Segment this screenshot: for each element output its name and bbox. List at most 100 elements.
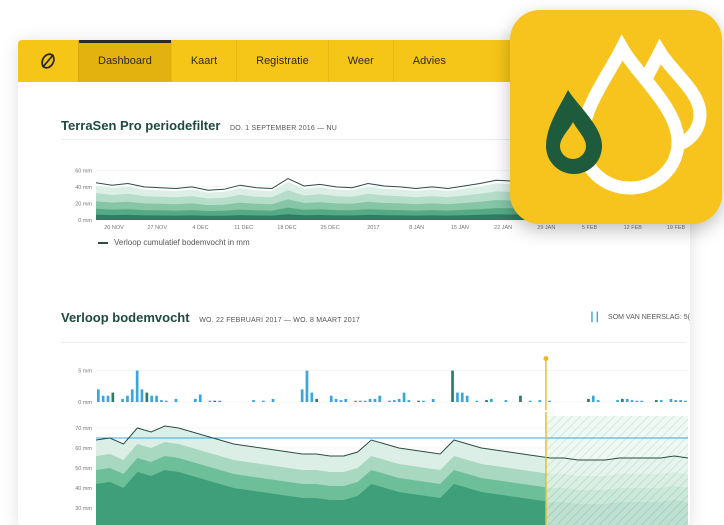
nav-dashboard[interactable]: Dashboard xyxy=(78,40,171,82)
y-tick-label: 60 mm xyxy=(75,446,92,452)
rain-bar xyxy=(388,400,391,402)
x-tick-label: 25 DEC xyxy=(321,225,340,231)
x-tick-label: 8 JAN xyxy=(409,225,424,231)
legend-line-swatch xyxy=(98,241,108,244)
rain-bar xyxy=(363,400,367,402)
rain-bar xyxy=(145,392,149,402)
rain-bar xyxy=(465,395,469,402)
rain-bar xyxy=(640,400,644,402)
rain-sum-legend: ┃┃ SOM VAN NEERSLAG: 5( xyxy=(589,312,690,323)
rain-bar xyxy=(130,389,134,402)
y-tick-label: 5 mm xyxy=(78,369,92,375)
y-tick-label: 50 mm xyxy=(75,466,92,472)
rain-bar xyxy=(198,394,202,402)
moisture-section-title: Verloop bodemvocht WO. 22 FEBRUARI 2017 … xyxy=(61,310,360,325)
rain-bar xyxy=(587,398,590,402)
terrasen-logo[interactable] xyxy=(18,40,78,82)
current-time-dot xyxy=(543,356,549,361)
rain-bar xyxy=(684,400,687,402)
rain-bar xyxy=(339,400,343,402)
nav-advies[interactable]: Advies xyxy=(392,40,465,82)
x-tick-label: 29 JAN xyxy=(537,225,555,231)
y-tick-label: 70 mm xyxy=(75,426,92,432)
x-tick-label: 12 FEB xyxy=(624,225,643,231)
rain-bar xyxy=(334,398,338,402)
rain-bar xyxy=(359,400,362,402)
rain-bar xyxy=(329,395,333,402)
rain-bar xyxy=(538,400,542,402)
rain-bar xyxy=(451,370,454,402)
rain-bar xyxy=(456,392,459,402)
rain-bar xyxy=(397,398,401,402)
rain-bar xyxy=(300,389,304,402)
x-tick-label: 20 NOV xyxy=(104,225,124,231)
rain-bar xyxy=(422,400,425,402)
x-tick-label: 22 JAN xyxy=(494,225,512,231)
nav-weer[interactable]: Weer xyxy=(327,40,393,82)
y-tick-label: 60 mm xyxy=(75,168,92,174)
rain-bar xyxy=(417,400,420,402)
rain-bar xyxy=(305,370,309,402)
rain-bar xyxy=(378,395,382,402)
y-tick-label: 30 mm xyxy=(75,506,92,512)
y-tick-label: 40 mm xyxy=(75,185,92,191)
leaf-logo-icon xyxy=(41,53,55,69)
rain-bar xyxy=(155,395,158,402)
x-tick-label: 18 DEC xyxy=(277,225,296,231)
x-tick-label: 5 FEB xyxy=(582,225,598,231)
rain-bar xyxy=(504,400,508,402)
moisture-chart: 70 mm 60 mm 50 mm 40 mm 30 mm xyxy=(75,412,689,525)
forecast-hatch xyxy=(545,416,688,525)
y-tick-label: 0 mm xyxy=(78,218,92,224)
rain-bar xyxy=(101,395,105,402)
rain-bar xyxy=(635,400,639,402)
rain-bar xyxy=(674,400,678,402)
app-icon[interactable] xyxy=(510,10,722,224)
rain-bar xyxy=(121,398,124,402)
x-tick-label: 11 DEC xyxy=(234,225,253,231)
rain-bar xyxy=(625,398,629,402)
y-tick-label: 0 mm xyxy=(78,400,92,406)
x-tick-label: 19 FEB xyxy=(667,225,686,231)
rain-bar xyxy=(194,398,197,402)
x-tick-label: 27 NOV xyxy=(147,225,167,231)
x-tick-label: 15 JAN xyxy=(451,225,469,231)
rain-bar xyxy=(262,400,265,402)
rain-chart: 5 mm 0 mm xyxy=(78,356,688,410)
rain-bar xyxy=(616,400,619,402)
period-legend: Verloop cumulatief bodemvocht in mm xyxy=(98,238,250,247)
y-tick-label: 40 mm xyxy=(75,486,92,492)
rain-bar xyxy=(490,398,493,402)
rain-bar xyxy=(596,400,600,402)
rain-bar xyxy=(97,389,100,402)
rain-bar xyxy=(621,398,624,402)
rain-bar xyxy=(475,400,479,402)
moisture-title-text: Verloop bodemvocht xyxy=(61,310,190,325)
rain-bar xyxy=(519,395,522,402)
rain-bar xyxy=(460,392,464,402)
rain-bar xyxy=(315,398,318,402)
rain-bar xyxy=(160,400,163,402)
rain-bar xyxy=(368,398,372,402)
rain-bar xyxy=(548,400,551,402)
rain-bar xyxy=(669,398,673,402)
nav-kaart[interactable]: Kaart xyxy=(170,40,236,82)
rain-bar xyxy=(591,395,595,402)
rain-bar xyxy=(431,398,435,402)
rain-bar xyxy=(106,395,110,402)
rain-bar xyxy=(213,400,217,402)
y-tick-label: 20 mm xyxy=(75,201,92,207)
rain-sum-label: SOM VAN NEERSLAG: 5( xyxy=(608,314,690,321)
rain-bar xyxy=(393,400,396,402)
rain-bar xyxy=(150,395,153,402)
rain-bar xyxy=(402,392,406,402)
rain-bar xyxy=(630,400,634,402)
water-drops-icon xyxy=(546,34,707,195)
rain-bar xyxy=(354,400,357,402)
rain-bar xyxy=(344,398,348,402)
rain-bar xyxy=(140,389,144,402)
nav-registratie[interactable]: Registratie xyxy=(236,40,328,82)
moisture-divider xyxy=(61,342,686,343)
rain-bar xyxy=(218,400,221,402)
x-tick-label: 4 DEC xyxy=(192,225,208,231)
